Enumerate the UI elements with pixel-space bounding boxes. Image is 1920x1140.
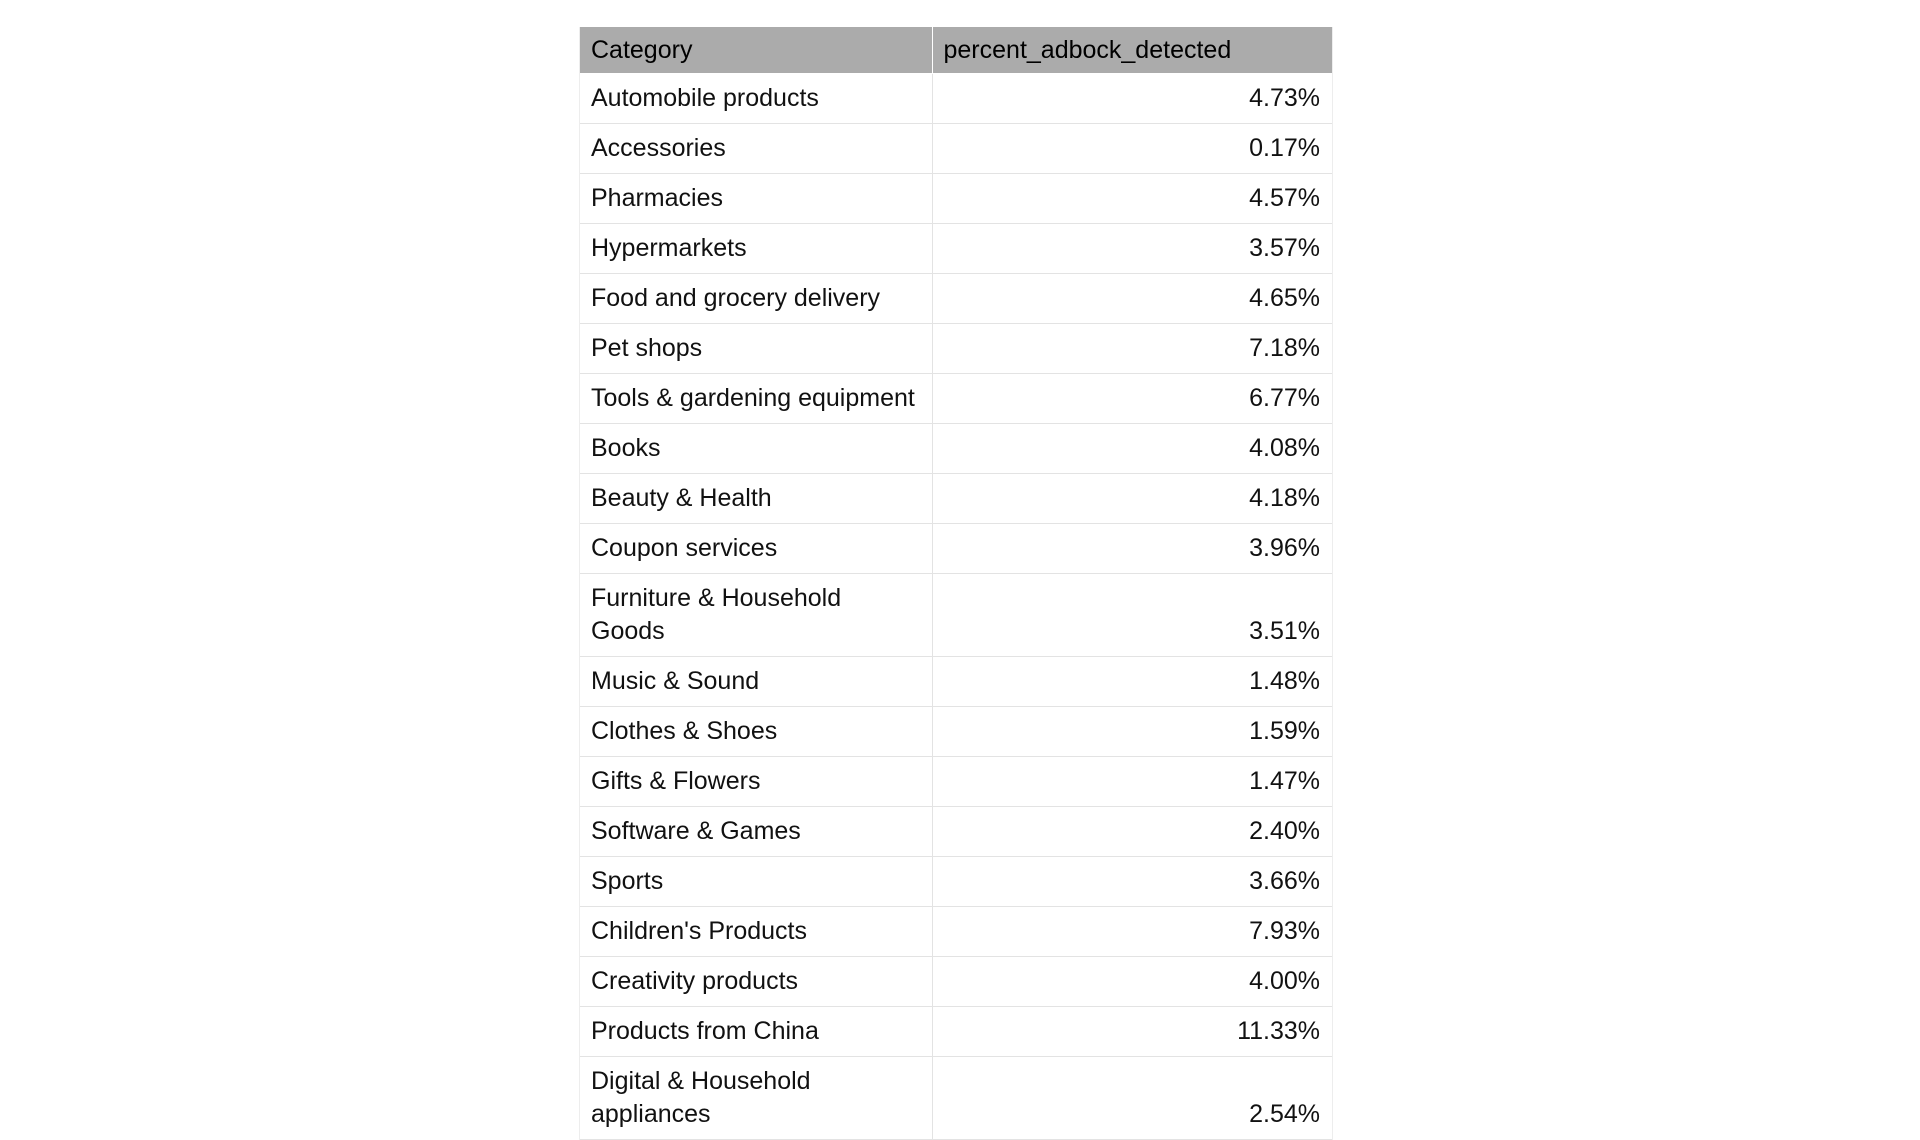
cell-category: Pet shops <box>580 323 933 374</box>
table-row[interactable]: Software & Games 2.40% <box>580 806 1332 857</box>
column-header-percent-adbock-detected[interactable]: percent_adbock_detected <box>932 27 1332 74</box>
page-root: Category percent_adbock_detected Automob… <box>0 0 1920 1140</box>
cell-percent-adbock-detected: 4.57% <box>932 173 1332 224</box>
table-row[interactable]: Gifts & Flowers 1.47% <box>580 756 1332 807</box>
cell-percent-adbock-detected: 6.77% <box>932 373 1332 424</box>
cell-category: Software & Games <box>580 806 933 857</box>
cell-percent-adbock-detected: 11.33% <box>932 1006 1332 1057</box>
table-row[interactable]: Beauty & Health 4.18% <box>580 473 1332 524</box>
cell-percent-adbock-detected: 3.96% <box>932 523 1332 574</box>
cell-percent-adbock-detected: 4.73% <box>932 73 1332 124</box>
table-container: Category percent_adbock_detected Automob… <box>579 27 1333 1140</box>
header-row: Category percent_adbock_detected <box>580 27 1332 74</box>
table-row[interactable]: Pet shops 7.18% <box>580 323 1332 374</box>
table-row[interactable]: Digital & Household appliances 2.54% <box>580 1056 1332 1140</box>
cell-percent-adbock-detected: 3.57% <box>932 223 1332 274</box>
cell-category: Children's Products <box>580 906 933 957</box>
cell-category: Clothes & Shoes <box>580 706 933 757</box>
cell-category: Furniture & Household Goods <box>580 573 933 657</box>
cell-category: Music & Sound <box>580 656 933 707</box>
table-row[interactable]: Sports 3.66% <box>580 856 1332 907</box>
table-row[interactable]: Music & Sound 1.48% <box>580 656 1332 707</box>
cell-category: Sports <box>580 856 933 907</box>
cell-percent-adbock-detected: 1.48% <box>932 656 1332 707</box>
cell-percent-adbock-detected: 3.51% <box>932 573 1332 657</box>
table-row[interactable]: Pharmacies 4.57% <box>580 173 1332 224</box>
cell-category: Creativity products <box>580 956 933 1007</box>
table-row[interactable]: Hypermarkets 3.57% <box>580 223 1332 274</box>
column-header-category[interactable]: Category <box>580 27 933 74</box>
cell-percent-adbock-detected: 7.18% <box>932 323 1332 374</box>
cell-category: Digital & Household appliances <box>580 1056 933 1140</box>
cell-category: Automobile products <box>580 73 933 124</box>
cell-percent-adbock-detected: 4.08% <box>932 423 1332 474</box>
cell-category: Hypermarkets <box>580 223 933 274</box>
cell-category: Gifts & Flowers <box>580 756 933 807</box>
table-row[interactable]: Coupon services 3.96% <box>580 523 1332 574</box>
cell-category: Pharmacies <box>580 173 933 224</box>
cell-percent-adbock-detected: 4.00% <box>932 956 1332 1007</box>
cell-percent-adbock-detected: 2.54% <box>932 1056 1332 1140</box>
table-header: Category percent_adbock_detected <box>580 27 1332 74</box>
table-row[interactable]: Creativity products 4.00% <box>580 956 1332 1007</box>
table-body: Automobile products 4.73% Accessories 0.17%… <box>580 73 1332 1140</box>
cell-category: Tools & gardening equipment <box>580 373 933 424</box>
table-row[interactable]: Clothes & Shoes 1.59% <box>580 706 1332 757</box>
cell-category: Coupon services <box>580 523 933 574</box>
cell-category: Accessories <box>580 123 933 174</box>
cell-percent-adbock-detected: 7.93% <box>932 906 1332 957</box>
table-row[interactable]: Automobile products 4.73% <box>580 73 1332 124</box>
table-row[interactable]: Accessories 0.17% <box>580 123 1332 174</box>
cell-percent-adbock-detected: 3.66% <box>932 856 1332 907</box>
cell-percent-adbock-detected: 0.17% <box>932 123 1332 174</box>
cell-category: Beauty & Health <box>580 473 933 524</box>
table-row[interactable]: Food and grocery delivery 4.65% <box>580 273 1332 324</box>
cell-percent-adbock-detected: 2.40% <box>932 806 1332 857</box>
cell-category: Food and grocery delivery <box>580 273 933 324</box>
cell-percent-adbock-detected: 1.47% <box>932 756 1332 807</box>
table-row[interactable]: Children's Products 7.93% <box>580 906 1332 957</box>
cell-category: Products from China <box>580 1006 933 1057</box>
cell-percent-adbock-detected: 1.59% <box>932 706 1332 757</box>
cell-percent-adbock-detected: 4.65% <box>932 273 1332 324</box>
table-row[interactable]: Products from China 11.33% <box>580 1006 1332 1057</box>
table-row[interactable]: Furniture & Household Goods 3.51% <box>580 573 1332 657</box>
adblock-detection-table: Category percent_adbock_detected Automob… <box>580 27 1332 1140</box>
table-row[interactable]: Books 4.08% <box>580 423 1332 474</box>
table-row[interactable]: Tools & gardening equipment 6.77% <box>580 373 1332 424</box>
cell-percent-adbock-detected: 4.18% <box>932 473 1332 524</box>
cell-category: Books <box>580 423 933 474</box>
